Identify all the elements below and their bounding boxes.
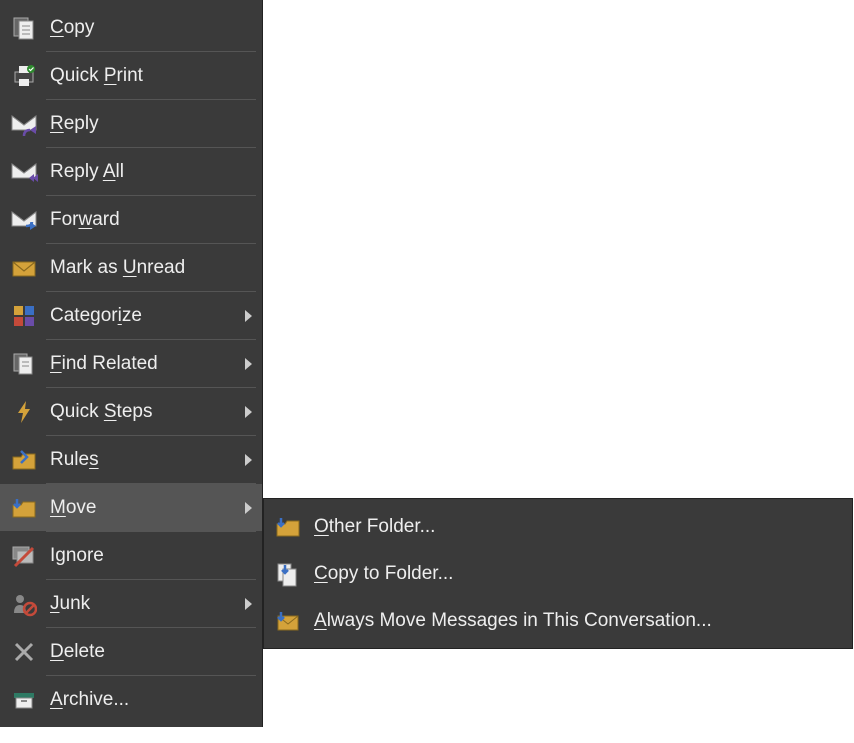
reply-all-icon bbox=[8, 156, 40, 188]
menu-item-delete[interactable]: Delete bbox=[0, 628, 262, 675]
menu-label: Categorize bbox=[50, 305, 237, 327]
submenu-label: Copy to Folder... bbox=[314, 563, 842, 585]
categorize-icon bbox=[8, 300, 40, 332]
rules-icon bbox=[8, 444, 40, 476]
submenu-arrow-icon bbox=[245, 406, 252, 418]
menu-label: Ignore bbox=[50, 545, 252, 567]
archive-icon bbox=[8, 684, 40, 716]
submenu-item-always-move[interactable]: Always Move Messages in This Conversatio… bbox=[264, 597, 852, 644]
menu-item-reply[interactable]: Reply bbox=[0, 100, 262, 147]
menu-label: Move bbox=[50, 497, 237, 519]
menu-item-quick-print[interactable]: Quick Print bbox=[0, 52, 262, 99]
menu-item-categorize[interactable]: Categorize bbox=[0, 292, 262, 339]
menu-item-archive[interactable]: Archive... bbox=[0, 676, 262, 723]
always-move-icon bbox=[272, 605, 304, 637]
menu-label: Find Related bbox=[50, 353, 237, 375]
menu-label: Forward bbox=[50, 209, 252, 231]
copy-icon bbox=[8, 12, 40, 44]
junk-icon bbox=[8, 588, 40, 620]
submenu-label: Always Move Messages in This Conversatio… bbox=[314, 610, 842, 632]
submenu-arrow-icon bbox=[245, 310, 252, 322]
submenu-arrow-icon bbox=[245, 502, 252, 514]
print-icon bbox=[8, 60, 40, 92]
menu-item-forward[interactable]: Forward bbox=[0, 196, 262, 243]
move-folder-icon bbox=[8, 492, 40, 524]
menu-label: Archive... bbox=[50, 689, 252, 711]
menu-label: Rules bbox=[50, 449, 237, 471]
menu-label: Copy bbox=[50, 17, 252, 39]
reply-icon bbox=[8, 108, 40, 140]
submenu-item-copy-to-folder[interactable]: Copy to Folder... bbox=[264, 550, 852, 597]
menu-label: Reply All bbox=[50, 161, 252, 183]
move-submenu: Other Folder... Copy to Folder... Always… bbox=[263, 498, 853, 649]
menu-item-junk[interactable]: Junk bbox=[0, 580, 262, 627]
menu-label: Junk bbox=[50, 593, 237, 615]
menu-label: Quick Print bbox=[50, 65, 252, 87]
delete-icon bbox=[8, 636, 40, 668]
menu-label: Quick Steps bbox=[50, 401, 237, 423]
context-menu: Copy Quick Print Reply bbox=[0, 0, 263, 727]
submenu-label: Other Folder... bbox=[314, 516, 842, 538]
submenu-arrow-icon bbox=[245, 358, 252, 370]
menu-item-find-related[interactable]: Find Related bbox=[0, 340, 262, 387]
copy-to-folder-icon bbox=[272, 558, 304, 590]
find-related-icon bbox=[8, 348, 40, 380]
menu-item-mark-unread[interactable]: Mark as Unread bbox=[0, 244, 262, 291]
ignore-icon bbox=[8, 540, 40, 572]
menu-label: Reply bbox=[50, 113, 252, 135]
submenu-item-other-folder[interactable]: Other Folder... bbox=[264, 503, 852, 550]
menu-label: Delete bbox=[50, 641, 252, 663]
menu-item-copy[interactable]: Copy bbox=[0, 4, 262, 51]
lightning-icon bbox=[8, 396, 40, 428]
submenu-arrow-icon bbox=[245, 454, 252, 466]
envelope-icon bbox=[8, 252, 40, 284]
menu-item-ignore[interactable]: Ignore bbox=[0, 532, 262, 579]
menu-item-rules[interactable]: Rules bbox=[0, 436, 262, 483]
forward-icon bbox=[8, 204, 40, 236]
menu-label: Mark as Unread bbox=[50, 257, 252, 279]
submenu-arrow-icon bbox=[245, 598, 252, 610]
menu-item-quick-steps[interactable]: Quick Steps bbox=[0, 388, 262, 435]
menu-item-move[interactable]: Move bbox=[0, 484, 262, 531]
menu-item-reply-all[interactable]: Reply All bbox=[0, 148, 262, 195]
folder-icon bbox=[272, 511, 304, 543]
